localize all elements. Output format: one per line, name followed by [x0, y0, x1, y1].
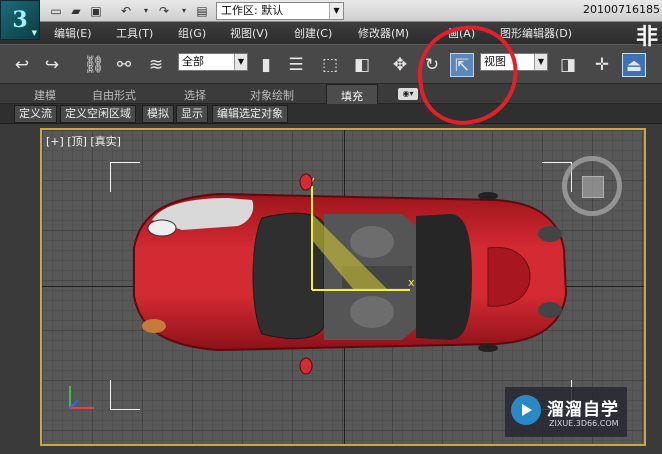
pivot-center-icon[interactable]: ◨	[556, 53, 580, 77]
main-toolbar: ↩ ↪ ⛓ ⚯ ≋ 全部 ▼ ▮ ☰ ⬚ ◧ ✥ ↻ ⇱ 视图 ▼ ◨ ✛ ⏏	[0, 44, 662, 84]
menu-create[interactable]: 创建(C)	[294, 25, 332, 41]
define-flows-button[interactable]: 定义流	[14, 105, 57, 123]
save-icon[interactable]: ▣	[88, 3, 104, 19]
watermark: 溜溜自学 ZIXUE.3D66.COM	[505, 387, 627, 437]
brand-glyph-icon: ⾮	[635, 25, 658, 50]
viewport-label[interactable]: [+] [顶] [真实]	[46, 133, 121, 149]
app-logo-icon: 3	[12, 7, 28, 33]
window-crossing-icon[interactable]: ◧	[350, 53, 374, 77]
ribbon-options-icon[interactable]: ◉▾	[398, 88, 418, 100]
new-file-icon[interactable]: ▭	[48, 3, 64, 19]
bind-space-warp-icon[interactable]: ≋	[144, 53, 168, 77]
simulate-button[interactable]: 模拟	[142, 105, 174, 123]
workspace-value: 工作区: 默认	[221, 4, 284, 17]
play-logo-icon	[511, 395, 541, 425]
keyboard-shortcut-override-icon[interactable]: ⏏	[622, 53, 646, 77]
app-menu-arrow-icon: ▼	[31, 28, 37, 37]
tab-modeling[interactable]: 建模	[34, 87, 56, 103]
undo-icon[interactable]: ↩	[10, 53, 34, 77]
chevron-down-icon: ▼	[234, 54, 247, 70]
select-object-icon[interactable]: ▮	[254, 53, 278, 77]
menu-group[interactable]: 组(G)	[178, 25, 206, 41]
define-idle-areas-button[interactable]: 定义空闲区域	[60, 105, 136, 123]
project-icon[interactable]: ▤	[194, 3, 210, 19]
redo-icon[interactable]: ↷	[156, 3, 172, 19]
open-folder-icon[interactable]: ▰	[68, 3, 84, 19]
tab-object-paint[interactable]: 对象绘制	[250, 87, 294, 103]
selection-filter-value: 全部	[182, 55, 204, 68]
axis-tripod-icon	[69, 386, 94, 409]
gizmo-x-label: x	[408, 276, 415, 289]
viewcube-icon[interactable]	[562, 156, 622, 216]
edit-selected-button[interactable]: 编辑选定对象	[212, 105, 288, 123]
tab-freeform[interactable]: 自由形式	[92, 87, 136, 103]
app-logo-button[interactable]: 3 ▼	[0, 0, 40, 40]
menu-modifiers[interactable]: 修改器(M)	[358, 25, 409, 41]
workspace-dropdown[interactable]: 工作区: 默认 ▼	[216, 2, 344, 20]
viewcube-top-face[interactable]	[582, 176, 604, 198]
unlink-icon[interactable]: ⚯	[112, 53, 136, 77]
ribbon-tabs: 建模 自由形式 选择 对象绘制 填充 ◉▾	[0, 84, 662, 104]
menu-graph-editors[interactable]: 图形编辑器(D)	[500, 25, 572, 41]
menu-views[interactable]: 视图(V)	[230, 25, 268, 41]
menu-bar: 编辑(E) 工具(T) 组(G) 视图(V) 创建(C) 修改器(M) 画(A)…	[0, 22, 662, 44]
tab-populate[interactable]: 填充	[326, 84, 378, 104]
populate-panel: 定义流 定义空闲区域 模拟 显示 编辑选定对象	[0, 104, 662, 124]
chevron-down-icon: ▼	[534, 54, 547, 70]
chevron-down-icon: ▼	[329, 3, 343, 19]
watermark-title: 溜溜自学	[547, 400, 619, 420]
display-button[interactable]: 显示	[176, 105, 208, 123]
redo-dropdown-icon[interactable]: ▾	[176, 3, 192, 19]
undo-icon[interactable]: ↶	[118, 3, 134, 19]
selection-filter-dropdown[interactable]: 全部 ▼	[178, 53, 248, 71]
redo-icon[interactable]: ↪	[40, 53, 64, 77]
window-title: 20100716185	[583, 3, 660, 16]
menu-edit[interactable]: 编辑(E)	[54, 25, 92, 41]
watermark-subtitle: ZIXUE.3D66.COM	[549, 419, 619, 428]
select-and-manipulate-icon[interactable]: ✛	[590, 53, 614, 77]
menu-tools[interactable]: 工具(T)	[116, 25, 153, 41]
select-by-name-icon[interactable]: ☰	[284, 53, 308, 77]
rectangular-selection-icon[interactable]: ⬚	[318, 53, 342, 77]
undo-dropdown-icon[interactable]: ▾	[138, 3, 154, 19]
tab-selection[interactable]: 选择	[184, 87, 206, 103]
move-icon[interactable]: ✥	[388, 53, 412, 77]
link-icon[interactable]: ⛓	[82, 53, 106, 77]
title-bar: ▭ ▰ ▣ ↶ ▾ ↷ ▾ ▤ 工作区: 默认 ▼ 20100716185	[0, 0, 662, 22]
